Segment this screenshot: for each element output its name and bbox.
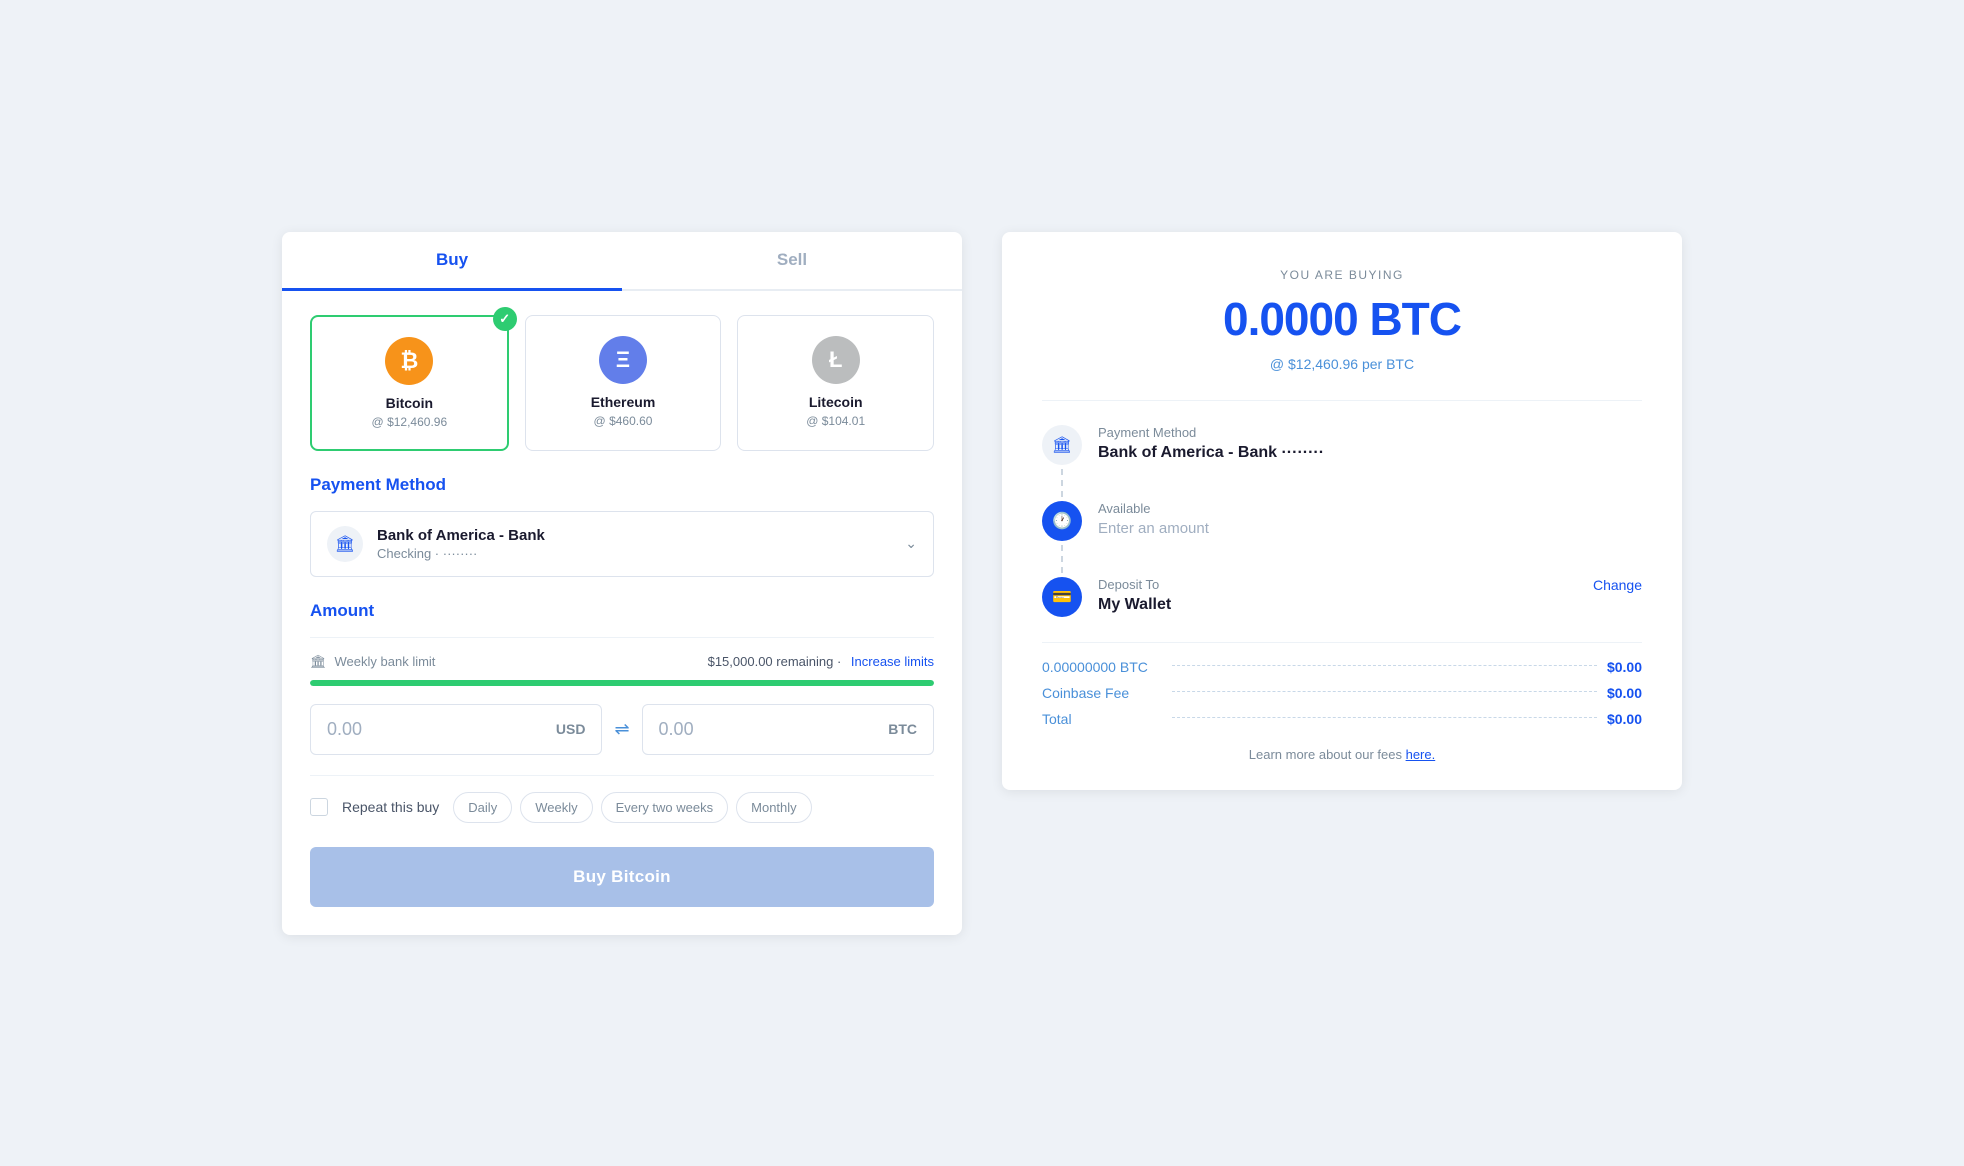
currency-inputs: 0.00 USD ⇌ 0.00 BTC: [310, 704, 934, 755]
limit-left: 🏛 Weekly bank limit: [310, 654, 435, 670]
selected-check-icon: ✓: [493, 307, 517, 331]
bank-limit-icon: 🏛: [310, 654, 327, 670]
usd-input-box[interactable]: 0.00 USD: [310, 704, 602, 755]
btc-name: Bitcoin: [328, 395, 491, 411]
right-wallet-icon: 💳: [1042, 577, 1082, 617]
right-deposit-detail: Deposit To My Wallet Change: [1098, 577, 1642, 634]
eth-name: Ethereum: [542, 394, 705, 410]
bank-icon: 🏛: [327, 526, 363, 562]
fee-total-value: $0.00: [1607, 711, 1642, 727]
right-deposit-value: My Wallet: [1098, 596, 1171, 614]
right-available-label: Available: [1098, 501, 1642, 516]
right-clock-icon: 🕐: [1042, 501, 1082, 541]
amount-section-label: Amount: [310, 601, 934, 621]
swap-icon[interactable]: ⇌: [614, 719, 629, 740]
limit-row: 🏛 Weekly bank limit $15,000.00 remaining…: [310, 654, 934, 670]
right-deposit-info: Deposit To My Wallet: [1098, 577, 1171, 614]
bank-info: Bank of America - Bank Checking · ······…: [377, 527, 891, 561]
fee-row-btc: 0.00000000 BTC $0.00: [1042, 659, 1642, 675]
right-icon-col-payment: 🏛: [1042, 425, 1082, 501]
crypto-card-btc[interactable]: ✓ ₿ Bitcoin @ $12,460.96: [310, 315, 509, 451]
limit-right: $15,000.00 remaining · Increase limits: [708, 654, 934, 669]
limit-remaining: $15,000.00 remaining: [708, 654, 834, 669]
buy-button[interactable]: Buy Bitcoin: [310, 847, 934, 907]
right-icon-col-deposit: 💳: [1042, 577, 1082, 634]
btc-rate: @ $12,460.96 per BTC: [1042, 356, 1642, 372]
eth-price: @ $460.60: [542, 414, 705, 428]
change-deposit-link[interactable]: Change: [1593, 577, 1642, 593]
fee-coinbase-value: $0.00: [1607, 685, 1642, 701]
bank-sub: Checking · ········: [377, 546, 891, 561]
increase-limits-link[interactable]: Increase limits: [851, 654, 934, 669]
right-available-placeholder: Enter an amount: [1098, 520, 1642, 537]
crypto-selector: ✓ ₿ Bitcoin @ $12,460.96 Ξ Ethereum @ $4…: [282, 291, 962, 451]
repeat-weekly[interactable]: Weekly: [520, 792, 592, 823]
dashed-connector-2: [1061, 545, 1063, 573]
fee-btc-value: $0.00: [1607, 659, 1642, 675]
fee-row-coinbase: Coinbase Fee $0.00: [1042, 685, 1642, 701]
tab-sell[interactable]: Sell: [622, 232, 962, 291]
page-container: Buy Sell ✓ ₿ Bitcoin @ $12,460.96 Ξ Ethe…: [282, 232, 1682, 935]
limit-progress-bar: [310, 680, 934, 686]
btc-buy-amount: 0.0000 BTC: [1042, 292, 1642, 346]
right-payment-label: Payment Method: [1098, 425, 1642, 440]
btc-input-box[interactable]: 0.00 BTC: [642, 704, 934, 755]
fee-dots-3: [1172, 717, 1597, 718]
crypto-card-eth[interactable]: Ξ Ethereum @ $460.60: [525, 315, 722, 451]
repeat-monthly[interactable]: Monthly: [736, 792, 812, 823]
fee-total-label: Total: [1042, 711, 1162, 727]
fee-section: 0.00000000 BTC $0.00 Coinbase Fee $0.00 …: [1042, 642, 1642, 727]
chevron-icon: ⌄: [905, 535, 917, 552]
fee-dots-1: [1172, 665, 1597, 666]
right-payment-detail: Payment Method Bank of America - Bank ··…: [1098, 425, 1642, 501]
tab-buy[interactable]: Buy: [282, 232, 622, 291]
fee-row-total: Total $0.00: [1042, 711, 1642, 727]
right-deposit-row: 💳 Deposit To My Wallet Change: [1042, 577, 1642, 634]
ltc-icon: Ł: [812, 336, 860, 384]
limit-label: Weekly bank limit: [335, 654, 436, 669]
right-deposit-label: Deposit To: [1098, 577, 1171, 592]
crypto-card-ltc[interactable]: Ł Litecoin @ $104.01: [737, 315, 934, 451]
right-bank-icon: 🏛: [1042, 425, 1082, 465]
ltc-name: Litecoin: [754, 394, 917, 410]
repeat-biweekly[interactable]: Every two weeks: [601, 792, 729, 823]
you-are-buying-label: YOU ARE BUYING: [1042, 268, 1642, 282]
right-payment-value: Bank of America - Bank ········: [1098, 444, 1642, 462]
btc-value: 0.00: [659, 719, 694, 740]
repeat-options: Daily Weekly Every two weeks Monthly: [453, 792, 811, 823]
ltc-price: @ $104.01: [754, 414, 917, 428]
btc-icon: ₿: [385, 337, 433, 385]
btc-price: @ $12,460.96: [328, 415, 491, 429]
fee-coinbase-label: Coinbase Fee: [1042, 685, 1162, 701]
learn-more: Learn more about our fees here.: [1042, 747, 1642, 762]
fee-dots-2: [1172, 691, 1597, 692]
progress-fill: [310, 680, 934, 686]
fee-btc-label: 0.00000000 BTC: [1042, 659, 1162, 675]
left-panel: Buy Sell ✓ ₿ Bitcoin @ $12,460.96 Ξ Ethe…: [282, 232, 962, 935]
payment-section-label: Payment Method: [310, 475, 934, 495]
eth-icon: Ξ: [599, 336, 647, 384]
right-available-row: 🕐 Available Enter an amount: [1042, 501, 1642, 577]
repeat-row: Repeat this buy Daily Weekly Every two w…: [310, 792, 934, 823]
repeat-daily[interactable]: Daily: [453, 792, 512, 823]
bank-name: Bank of America - Bank: [377, 527, 891, 544]
right-payment-row: 🏛 Payment Method Bank of America - Bank …: [1042, 425, 1642, 501]
dashed-connector-1: [1061, 469, 1063, 497]
learn-more-link[interactable]: here.: [1406, 747, 1436, 762]
right-icon-col-available: 🕐: [1042, 501, 1082, 577]
learn-more-text: Learn more about our fees: [1249, 747, 1402, 762]
usd-value: 0.00: [327, 719, 362, 740]
left-content: Payment Method 🏛 Bank of America - Bank …: [282, 451, 962, 935]
right-panel: YOU ARE BUYING 0.0000 BTC @ $12,460.96 p…: [1002, 232, 1682, 790]
btc-label: BTC: [888, 721, 917, 737]
payment-method-selector[interactable]: 🏛 Bank of America - Bank Checking · ····…: [310, 511, 934, 577]
repeat-checkbox[interactable]: [310, 798, 328, 816]
repeat-label: Repeat this buy: [342, 799, 439, 815]
usd-label: USD: [556, 721, 586, 737]
tabs-container: Buy Sell: [282, 232, 962, 291]
right-available-detail: Available Enter an amount: [1098, 501, 1642, 577]
